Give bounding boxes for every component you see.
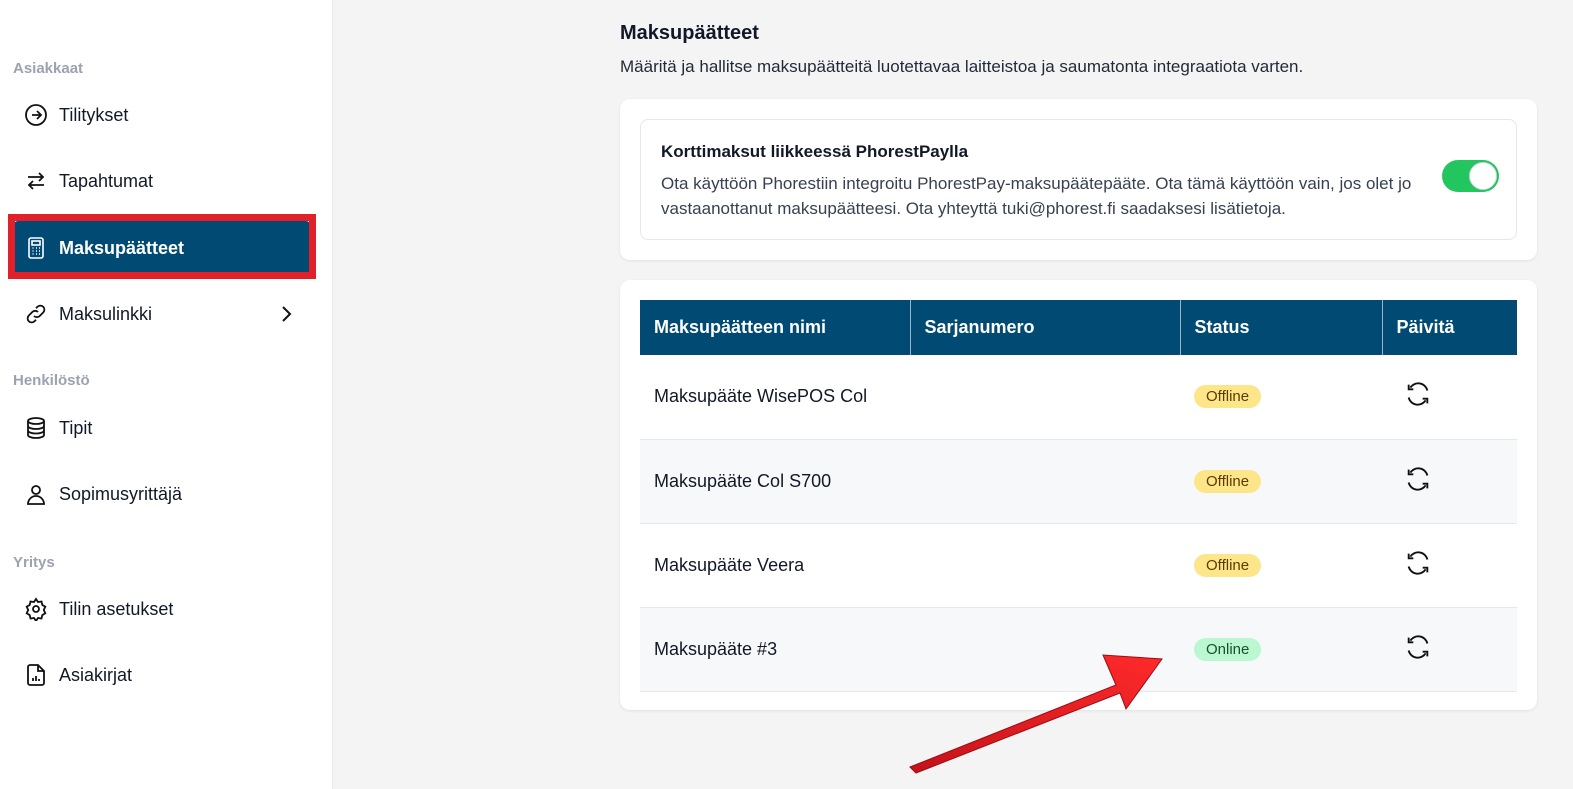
link-icon [24, 302, 48, 326]
update-cell [1382, 523, 1517, 608]
terminal-serial [910, 607, 1180, 692]
terminal-name: Maksupääte #3 [640, 607, 910, 692]
sidebar-item-sopimusyrittaja[interactable]: Sopimusyrittäjä [14, 467, 310, 521]
terminal-name: Maksupääte WisePOS Col [640, 355, 910, 440]
sidebar-item-tilitykset[interactable]: Tilitykset [14, 88, 310, 142]
swap-arrows-icon [24, 169, 48, 193]
sidebar-item-label: Tilin asetukset [59, 598, 174, 619]
status-badge: Offline [1194, 553, 1262, 577]
status-cell: Offline [1180, 523, 1382, 608]
user-icon [24, 482, 48, 506]
table-header-row: Maksupäätteen nimi Sarjanumero Status Pä… [640, 300, 1517, 355]
terminal-name: Maksupääte Col S700 [640, 439, 910, 524]
terminals-table: Maksupäätteen nimi Sarjanumero Status Pä… [640, 300, 1517, 692]
update-cell [1382, 439, 1517, 524]
section-label-henkilosto: Henkilöstö [13, 372, 90, 389]
sidebar-item-asiakirjat[interactable]: Asiakirjat [14, 648, 310, 702]
table-row: Maksupääte Col S700 Offline [640, 439, 1517, 524]
header-serial: Sarjanumero [910, 300, 1181, 355]
sidebar-item-label: Tapahtumat [59, 170, 154, 191]
refresh-icon[interactable] [1404, 465, 1432, 493]
header-status: Status [1180, 300, 1383, 355]
update-cell [1382, 355, 1517, 440]
header-update: Päivitä [1382, 300, 1517, 355]
refresh-icon[interactable] [1404, 380, 1432, 408]
status-cell: Offline [1180, 439, 1382, 524]
integration-panel: Korttimaksut liikkeessä PhorestPaylla Ot… [640, 119, 1517, 240]
status-badge: Online [1194, 637, 1262, 661]
update-cell [1382, 607, 1517, 692]
terminal-serial [910, 355, 1180, 440]
status-badge: Offline [1194, 469, 1262, 493]
terminal-serial [910, 439, 1180, 524]
status-cell: Online [1180, 607, 1382, 692]
sidebar-item-tipit[interactable]: Tipit [14, 401, 310, 455]
status-cell: Offline [1180, 355, 1382, 440]
integration-card: Korttimaksut liikkeessä PhorestPaylla Ot… [620, 99, 1537, 260]
sidebar-item-label: Sopimusyrittäjä [59, 483, 183, 504]
page-title: Maksupäätteet [620, 22, 759, 44]
table-row: Maksupääte Veera Offline [640, 523, 1517, 608]
sidebar-item-tilin-asetukset[interactable]: Tilin asetukset [14, 582, 310, 636]
section-label-asiakkaat: Asiakkaat [13, 60, 84, 77]
document-chart-icon [24, 663, 48, 687]
toggle-knob [1469, 162, 1497, 190]
terminal-name: Maksupääte Veera [640, 523, 910, 608]
sidebar-item-label: Tipit [59, 417, 93, 438]
sidebar-item-maksulinkki[interactable]: Maksulinkki [14, 287, 310, 341]
integration-description: Ota käyttöön Phorestiin integroitu Phore… [661, 174, 1412, 218]
terminals-card: Maksupäätteen nimi Sarjanumero Status Pä… [620, 280, 1537, 710]
phorestpay-toggle[interactable] [1442, 160, 1499, 192]
refresh-icon[interactable] [1404, 549, 1432, 577]
header-name: Maksupäätteen nimi [640, 300, 911, 355]
arrow-circle-icon [24, 103, 48, 127]
table-row: Maksupääte #3 Online [640, 607, 1517, 692]
sidebar-item-tapahtumat[interactable]: Tapahtumat [14, 154, 310, 208]
database-icon [24, 416, 48, 440]
sidebar: Asiakkaat Tilitykset Tapahtumat Maksupää… [0, 0, 333, 789]
chevron-right-icon [276, 303, 296, 330]
sidebar-item-label: Maksupäätteet [59, 237, 185, 258]
section-label-yritys: Yritys [13, 554, 55, 571]
page-subtitle: Määritä ja hallitse maksupäätteitä luote… [620, 57, 1304, 76]
sidebar-item-label: Maksulinkki [59, 303, 153, 324]
terminal-serial [910, 523, 1180, 608]
table-row: Maksupääte WisePOS Col Offline [640, 355, 1517, 440]
sidebar-item-maksupaatteet[interactable]: Maksupäätteet [14, 221, 310, 275]
gear-icon [24, 597, 48, 621]
calculator-icon [24, 236, 48, 260]
refresh-icon[interactable] [1404, 633, 1432, 661]
sidebar-item-label: Tilitykset [59, 104, 129, 125]
sidebar-item-label: Asiakirjat [59, 664, 133, 685]
integration-title: Korttimaksut liikkeessä PhorestPaylla [661, 142, 969, 161]
status-badge: Offline [1194, 385, 1262, 409]
